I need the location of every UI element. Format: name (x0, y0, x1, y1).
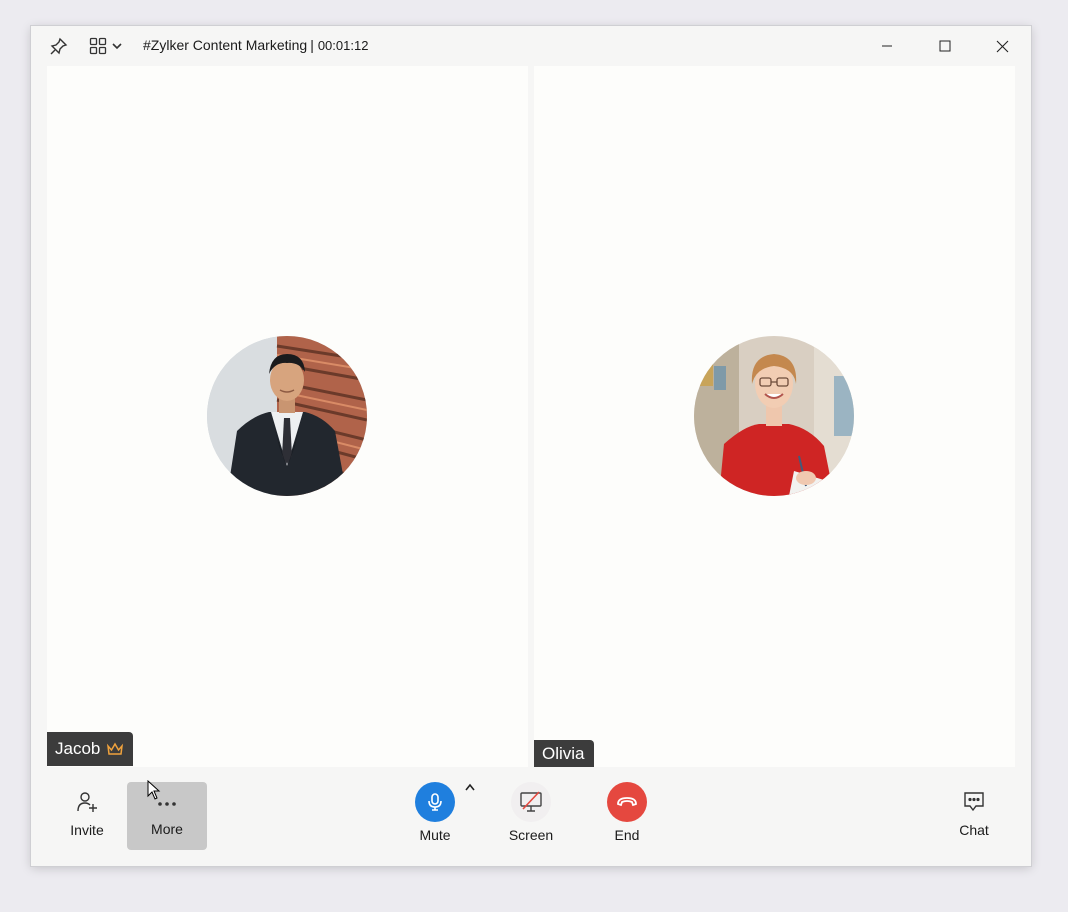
end-label: End (614, 827, 640, 843)
audio-options-chevron-up-icon[interactable] (463, 781, 477, 793)
mute-label: Mute (419, 827, 451, 843)
microphone-icon (428, 793, 442, 811)
screen-circle (511, 782, 551, 822)
more-label: More (151, 821, 183, 837)
minimize-icon (882, 45, 892, 47)
mute-button[interactable]: Mute (403, 782, 467, 843)
maximize-button[interactable] (933, 34, 957, 58)
grid-icon (89, 37, 107, 55)
participant-name: Olivia (542, 744, 585, 763)
mouse-cursor-icon (147, 779, 161, 805)
title-separator: | (310, 37, 314, 53)
close-button[interactable] (990, 34, 1014, 58)
name-tag-jacob: Jacob (47, 732, 134, 766)
chat-icon (964, 792, 984, 812)
chevron-down-icon (112, 43, 122, 50)
avatar-olivia (694, 336, 854, 496)
call-window: #Zylker Content Marketing | 00:01:12 Jac… (31, 26, 1031, 866)
hang-up-icon (617, 797, 637, 807)
more-button[interactable]: More (127, 782, 207, 850)
meeting-name: #Zylker Content Marketing (143, 37, 308, 53)
screen-label: Screen (508, 827, 554, 843)
pin-icon[interactable] (49, 36, 69, 56)
title-bar: #Zylker Content Marketing | 00:01:12 (31, 26, 1031, 66)
participant-tile-jacob[interactable]: Jacob (47, 66, 528, 767)
invite-label: Invite (70, 822, 104, 838)
mute-circle (415, 782, 455, 822)
close-icon (996, 40, 1008, 52)
minimize-button[interactable] (875, 34, 899, 58)
avatar-jacob (207, 336, 367, 496)
chat-label: Chat (959, 822, 989, 838)
window-title: #Zylker Content Marketing | 00:01:12 (143, 37, 368, 53)
end-call-button[interactable]: End (595, 782, 659, 843)
call-controls: Invite More Mute Screen End Chat (31, 774, 1031, 866)
participant-name: Jacob (55, 739, 101, 758)
screen-share-button[interactable]: Screen (499, 782, 563, 843)
maximize-icon (939, 40, 951, 52)
name-tag-olivia: Olivia (534, 740, 594, 767)
invite-button[interactable]: Invite (59, 790, 115, 838)
add-person-icon (77, 792, 97, 812)
screen-share-off-icon (520, 791, 542, 812)
layout-switch-button[interactable] (89, 36, 125, 56)
crown-icon (107, 742, 124, 755)
call-timer: 00:01:12 (317, 38, 369, 53)
end-circle (607, 782, 647, 822)
chat-button[interactable]: Chat (949, 790, 999, 838)
participant-tile-olivia[interactable]: Olivia (534, 66, 1015, 767)
